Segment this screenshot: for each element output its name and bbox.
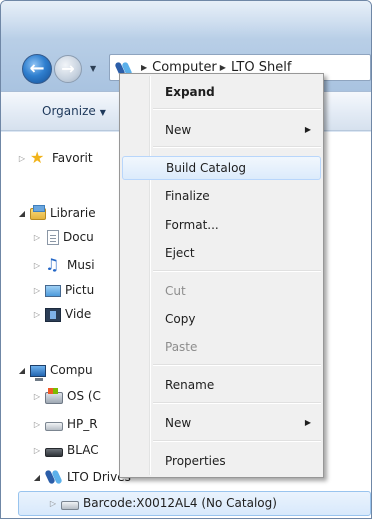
menu-item-label: New bbox=[165, 416, 192, 430]
tree-item-pictures[interactable]: ▷ Pictu bbox=[32, 279, 94, 301]
submenu-arrow-icon: ▶ bbox=[304, 125, 311, 134]
tree-label: BLAC bbox=[67, 443, 99, 457]
expand-arrow-icon[interactable]: ▷ bbox=[17, 154, 27, 163]
tree-item-documents[interactable]: ▷ Docu bbox=[32, 226, 94, 248]
document-icon bbox=[47, 229, 59, 245]
menu-item-eject[interactable]: Eject bbox=[122, 241, 321, 265]
menu-item-expand[interactable]: Expand bbox=[122, 80, 321, 104]
menu-item-label: Eject bbox=[165, 246, 195, 260]
chevron-right-icon[interactable]: ▶ bbox=[220, 63, 226, 72]
forward-button[interactable]: → bbox=[54, 55, 82, 83]
menu-item-label: Properties bbox=[165, 454, 226, 468]
star-icon: ★ bbox=[30, 148, 45, 167]
expand-arrow-icon[interactable]: ▷ bbox=[32, 286, 42, 295]
tree-label: HP_R bbox=[67, 417, 98, 431]
menu-item-label: Build Catalog bbox=[166, 161, 247, 175]
explorer-window: ← → ▼ ▶ Computer ▶ LTO Shelf Organize ▼ ▷… bbox=[0, 0, 372, 519]
tree-label: Pictu bbox=[65, 283, 95, 297]
menu-separator bbox=[153, 440, 321, 442]
tree-item-computer[interactable]: ◢ Compu bbox=[17, 359, 93, 381]
menu-item-new-2[interactable]: New ▶ bbox=[122, 411, 321, 435]
video-icon bbox=[45, 307, 61, 322]
expand-arrow-icon[interactable]: ▷ bbox=[32, 446, 42, 455]
context-menu: Expand New ▶ Build Catalog Finalize Form… bbox=[119, 73, 324, 478]
menu-item-label: Cut bbox=[165, 284, 186, 298]
tree-label: Docu bbox=[63, 230, 94, 244]
back-arrow-icon: ← bbox=[29, 58, 45, 79]
tree-item-os-drive[interactable]: ▷ OS (C bbox=[32, 385, 101, 407]
menu-separator bbox=[153, 364, 321, 366]
drive-icon bbox=[45, 447, 63, 457]
menu-item-label: New bbox=[165, 123, 192, 137]
drive-icon bbox=[61, 500, 79, 510]
tree-item-music[interactable]: ▷ ♫ Musi bbox=[32, 254, 95, 276]
menu-separator bbox=[153, 146, 321, 148]
menu-item-label: Copy bbox=[165, 312, 196, 326]
forward-arrow-icon: → bbox=[61, 59, 75, 78]
menu-item-label: Expand bbox=[165, 85, 215, 99]
expand-arrow-icon[interactable]: ▷ bbox=[32, 261, 42, 270]
tree-item-hp-drive[interactable]: ▷ HP_R bbox=[32, 413, 98, 435]
collapse-arrow-icon[interactable]: ◢ bbox=[17, 209, 27, 218]
drive-icon bbox=[45, 387, 63, 404]
menu-item-format[interactable]: Format... bbox=[122, 213, 321, 237]
library-icon bbox=[30, 205, 46, 220]
menu-separator bbox=[153, 108, 321, 110]
menu-item-finalize[interactable]: Finalize bbox=[122, 184, 321, 208]
tree-item-black-drive[interactable]: ▷ BLAC bbox=[32, 439, 99, 461]
drive-icon bbox=[45, 421, 63, 431]
expand-arrow-icon[interactable]: ▷ bbox=[32, 233, 42, 242]
tree-label: Barcode:X0012AL4 (No Catalog) bbox=[83, 496, 277, 510]
menu-item-rename[interactable]: Rename bbox=[122, 373, 321, 397]
tree-label: OS (C bbox=[67, 389, 101, 403]
submenu-arrow-icon: ▶ bbox=[304, 418, 311, 427]
organize-label: Organize bbox=[42, 104, 96, 118]
chevron-right-icon[interactable]: ▶ bbox=[141, 63, 147, 72]
menu-item-properties[interactable]: Properties bbox=[122, 449, 321, 473]
music-note-icon: ♫ bbox=[45, 255, 60, 274]
tree-item-libraries[interactable]: ◢ Librarie bbox=[17, 202, 96, 224]
tree-item-favorites[interactable]: ▷ ★ Favorit bbox=[17, 147, 93, 169]
tape-drive-icon bbox=[45, 469, 63, 485]
menu-item-paste[interactable]: Paste bbox=[122, 335, 321, 359]
menu-item-label: Rename bbox=[165, 378, 215, 392]
menu-item-cut[interactable]: Cut bbox=[122, 279, 321, 303]
back-button[interactable]: ← bbox=[22, 54, 52, 84]
expand-arrow-icon[interactable]: ▷ bbox=[32, 310, 42, 319]
organize-button[interactable]: Organize ▼ bbox=[42, 104, 106, 118]
menu-item-label: Finalize bbox=[165, 189, 210, 203]
expand-arrow-icon[interactable]: ▷ bbox=[32, 392, 42, 401]
tree-item-lto-drives[interactable]: ◢ LTO Drives bbox=[32, 466, 131, 488]
tree-label: Vide bbox=[65, 307, 92, 321]
tree-label: Librarie bbox=[50, 206, 96, 220]
recent-pages-dropdown-icon[interactable]: ▼ bbox=[90, 64, 96, 73]
menu-item-copy[interactable]: Copy bbox=[122, 307, 321, 331]
tree-label: Favorit bbox=[52, 151, 93, 165]
menu-separator bbox=[153, 270, 321, 272]
expand-arrow-icon[interactable]: ▷ bbox=[32, 420, 42, 429]
tree-item-videos[interactable]: ▷ Vide bbox=[32, 303, 91, 325]
menu-item-new[interactable]: New ▶ bbox=[122, 118, 321, 142]
menu-separator bbox=[153, 402, 321, 404]
menu-item-build-catalog[interactable]: Build Catalog bbox=[122, 156, 321, 180]
computer-icon bbox=[30, 364, 46, 381]
tree-label: Musi bbox=[67, 258, 95, 272]
menu-item-label: Paste bbox=[165, 340, 198, 354]
tree-item-barcode-tape[interactable]: ▷ Barcode:X0012AL4 (No Catalog) bbox=[48, 492, 277, 514]
expand-arrow-icon[interactable]: ▷ bbox=[48, 499, 58, 508]
tree-label: Compu bbox=[50, 363, 93, 377]
chevron-down-icon: ▼ bbox=[99, 108, 106, 117]
menu-item-label: Format... bbox=[165, 218, 219, 232]
collapse-arrow-icon[interactable]: ◢ bbox=[32, 473, 42, 482]
collapse-arrow-icon[interactable]: ◢ bbox=[17, 366, 27, 375]
picture-icon bbox=[45, 285, 61, 297]
